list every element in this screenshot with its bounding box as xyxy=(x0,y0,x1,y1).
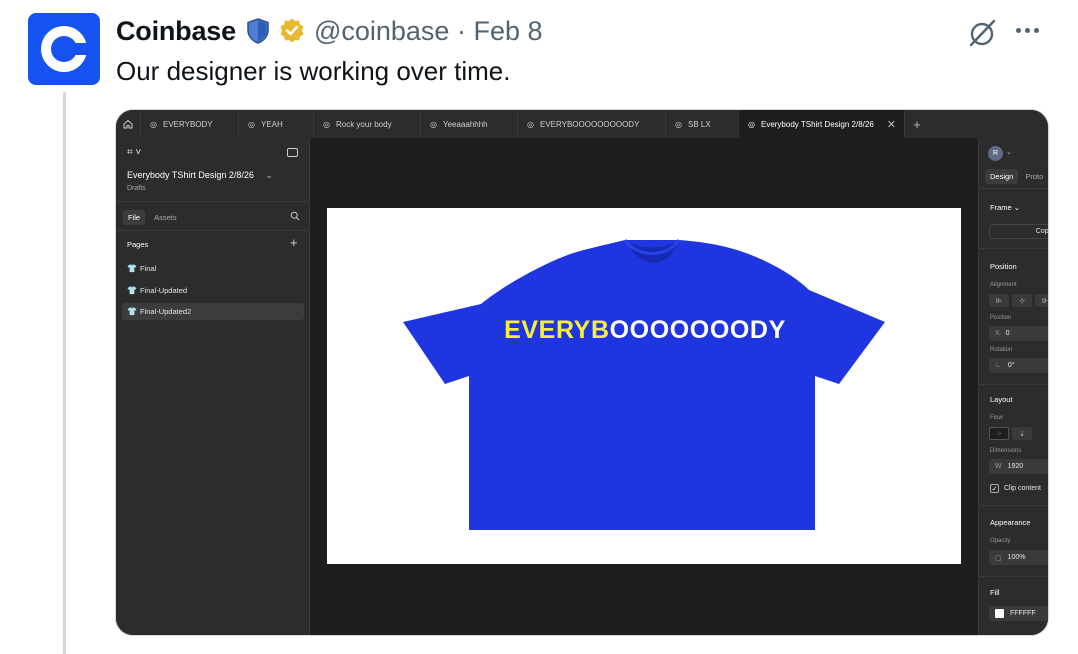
alignment-label: Alignment xyxy=(990,282,1017,288)
home-icon[interactable] xyxy=(116,110,141,138)
file-icon: ◎ xyxy=(527,119,534,129)
flow-vertical-icon[interactable]: ⇣ xyxy=(1012,427,1032,440)
rotation-label: Rotation xyxy=(990,347,1013,353)
tweet-header: Coinbase @coinbase · Feb 8 xyxy=(116,14,543,48)
figma-tab-sb-lx[interactable]: ◎ SB LX xyxy=(666,110,739,138)
clip-content-checkbox[interactable]: ✓ Clip content xyxy=(990,484,1041,493)
close-icon[interactable]: ✕ xyxy=(887,118,896,131)
align-center-icon[interactable]: ⊹ xyxy=(1012,294,1032,307)
appearance-heading: Appearance xyxy=(990,518,1031,527)
divider xyxy=(979,576,1048,577)
figma-tab-yeah[interactable]: ◎ YEAH xyxy=(239,110,314,138)
opacity-label: Opacity xyxy=(990,538,1011,544)
design-frame[interactable]: EVERYBOOOOOOODY xyxy=(327,208,961,564)
width-field[interactable]: W 1920 xyxy=(989,459,1048,474)
figma-tab-bar: ◎ EVERYBODY ◎ YEAH ◎ Rock your body ◎ Ye… xyxy=(116,110,1048,138)
figma-tab-everyboooody[interactable]: ◎ EVERYBOOOOOOOOODY xyxy=(518,110,666,138)
frame-label[interactable]: Frame ⌄ xyxy=(990,203,1020,212)
page-item-final-updated[interactable]: 👕 Final-Updated xyxy=(122,282,304,299)
file-icon: ◎ xyxy=(150,119,157,129)
shirt-text-oooody: OOOOOOODY xyxy=(610,316,786,344)
page-item-final[interactable]: 👕 Final xyxy=(122,260,304,277)
figma-tab-everybody[interactable]: ◎ EVERYBODY xyxy=(141,110,239,138)
add-page-button[interactable]: + xyxy=(290,235,298,250)
opacity-icon: ▢ xyxy=(995,554,1002,562)
search-icon[interactable] xyxy=(290,211,300,223)
divider xyxy=(979,248,1048,249)
new-tab-button[interactable]: + xyxy=(905,110,929,138)
page-item-final-updated2[interactable]: 👕 Final-Updated2 xyxy=(122,303,304,320)
layout-heading: Layout xyxy=(990,395,1013,404)
flow-label: Flow xyxy=(990,415,1003,421)
flow-free-icon[interactable]: ⁘ xyxy=(989,427,1009,440)
file-location: Drafts xyxy=(127,185,146,192)
coinbase-logo-icon[interactable] xyxy=(28,13,100,85)
align-right-icon[interactable]: ⊪ xyxy=(1035,294,1048,307)
divider xyxy=(979,505,1048,506)
alignment-buttons: ⊫ ⊹ ⊪ xyxy=(989,294,1048,307)
author-handle[interactable]: @coinbase · Feb 8 xyxy=(314,16,543,47)
figma-right-panel: R ⌄ Design Proto Frame ⌄ Copy t Position… xyxy=(978,138,1048,635)
svg-text:EVERYBOOOOOOODY: EVERYBOOOOOOODY xyxy=(504,316,786,344)
tab-prototype[interactable]: Proto xyxy=(1020,169,1048,184)
divider xyxy=(979,384,1048,385)
x-position-field[interactable]: X 0 xyxy=(989,326,1048,341)
shirt-text-everyb: EVERYB xyxy=(504,316,609,344)
flow-buttons: ⁘ ⇣ xyxy=(989,427,1032,440)
file-title[interactable]: Everybody TShirt Design 2/8/26 ⌄ xyxy=(127,170,273,181)
file-icon: ◎ xyxy=(430,119,437,129)
position-heading: Position xyxy=(990,262,1017,271)
check-icon: ✓ xyxy=(990,484,999,493)
rotation-field[interactable]: ∟ 0° xyxy=(989,358,1048,373)
tab-design[interactable]: Design xyxy=(985,169,1019,184)
design-prototype-tabs: Design Proto xyxy=(985,169,1048,184)
divider xyxy=(116,230,310,231)
author-name[interactable]: Coinbase xyxy=(116,16,236,47)
chevron-down-icon: ⌄ xyxy=(265,170,273,180)
shield-badge-icon[interactable] xyxy=(245,17,271,45)
panel-toggle-icon[interactable] xyxy=(287,148,298,157)
tweet-text: Our designer is working over time. xyxy=(116,56,511,86)
tshirt-icon: 👕 xyxy=(127,307,137,316)
position-label: Position xyxy=(990,315,1012,321)
file-icon: ◎ xyxy=(748,119,755,129)
more-options-icon[interactable] xyxy=(1016,28,1039,33)
color-swatch[interactable] xyxy=(995,609,1004,618)
thread-line xyxy=(63,92,66,654)
dimensions-label: Dimensions xyxy=(990,448,1022,454)
gold-verified-badge-icon[interactable] xyxy=(278,17,306,45)
tshirt-image: EVERYBOOOOOOODY xyxy=(403,239,885,530)
fill-field[interactable]: FFFFFF xyxy=(989,606,1048,621)
file-icon: ◎ xyxy=(248,119,255,129)
figma-canvas[interactable]: EVERYBOOOOOOODY xyxy=(310,138,978,635)
pages-heading: Pages xyxy=(127,240,149,249)
fill-heading: Fill xyxy=(990,588,1000,597)
opacity-field[interactable]: ▢ 100% xyxy=(989,550,1048,565)
file-icon: ◎ xyxy=(675,119,682,129)
figma-tab-rock-your-body[interactable]: ◎ Rock your body xyxy=(314,110,421,138)
align-left-icon[interactable]: ⊫ xyxy=(989,294,1009,307)
tab-assets[interactable]: Assets xyxy=(149,210,182,225)
figma-menu-icon[interactable]: ⌗ ˅ xyxy=(127,147,141,158)
avatar[interactable]: R xyxy=(988,146,1003,161)
angle-icon: ∟ xyxy=(995,362,1002,369)
grok-icon[interactable] xyxy=(966,16,1000,55)
file-icon: ◎ xyxy=(323,119,330,129)
figma-tab-active[interactable]: ◎ Everybody TShirt Design 2/8/26 ✕ xyxy=(739,110,905,138)
figma-left-panel: ⌗ ˅ Everybody TShirt Design 2/8/26 ⌄ Dra… xyxy=(116,138,310,635)
divider xyxy=(979,188,1048,189)
chevron-down-icon[interactable]: ⌄ xyxy=(1006,148,1012,156)
copy-button[interactable]: Copy t xyxy=(989,224,1048,239)
file-assets-tabs: File Assets xyxy=(123,210,182,225)
tshirt-icon: 👕 xyxy=(127,286,137,295)
figma-tab-yeeaaahhhh[interactable]: ◎ Yeeaaahhhh xyxy=(421,110,518,138)
divider xyxy=(116,201,310,202)
tweet-media[interactable]: ◎ EVERYBODY ◎ YEAH ◎ Rock your body ◎ Ye… xyxy=(115,109,1049,636)
tshirt-icon: 👕 xyxy=(127,264,137,273)
tab-file[interactable]: File xyxy=(123,210,146,225)
